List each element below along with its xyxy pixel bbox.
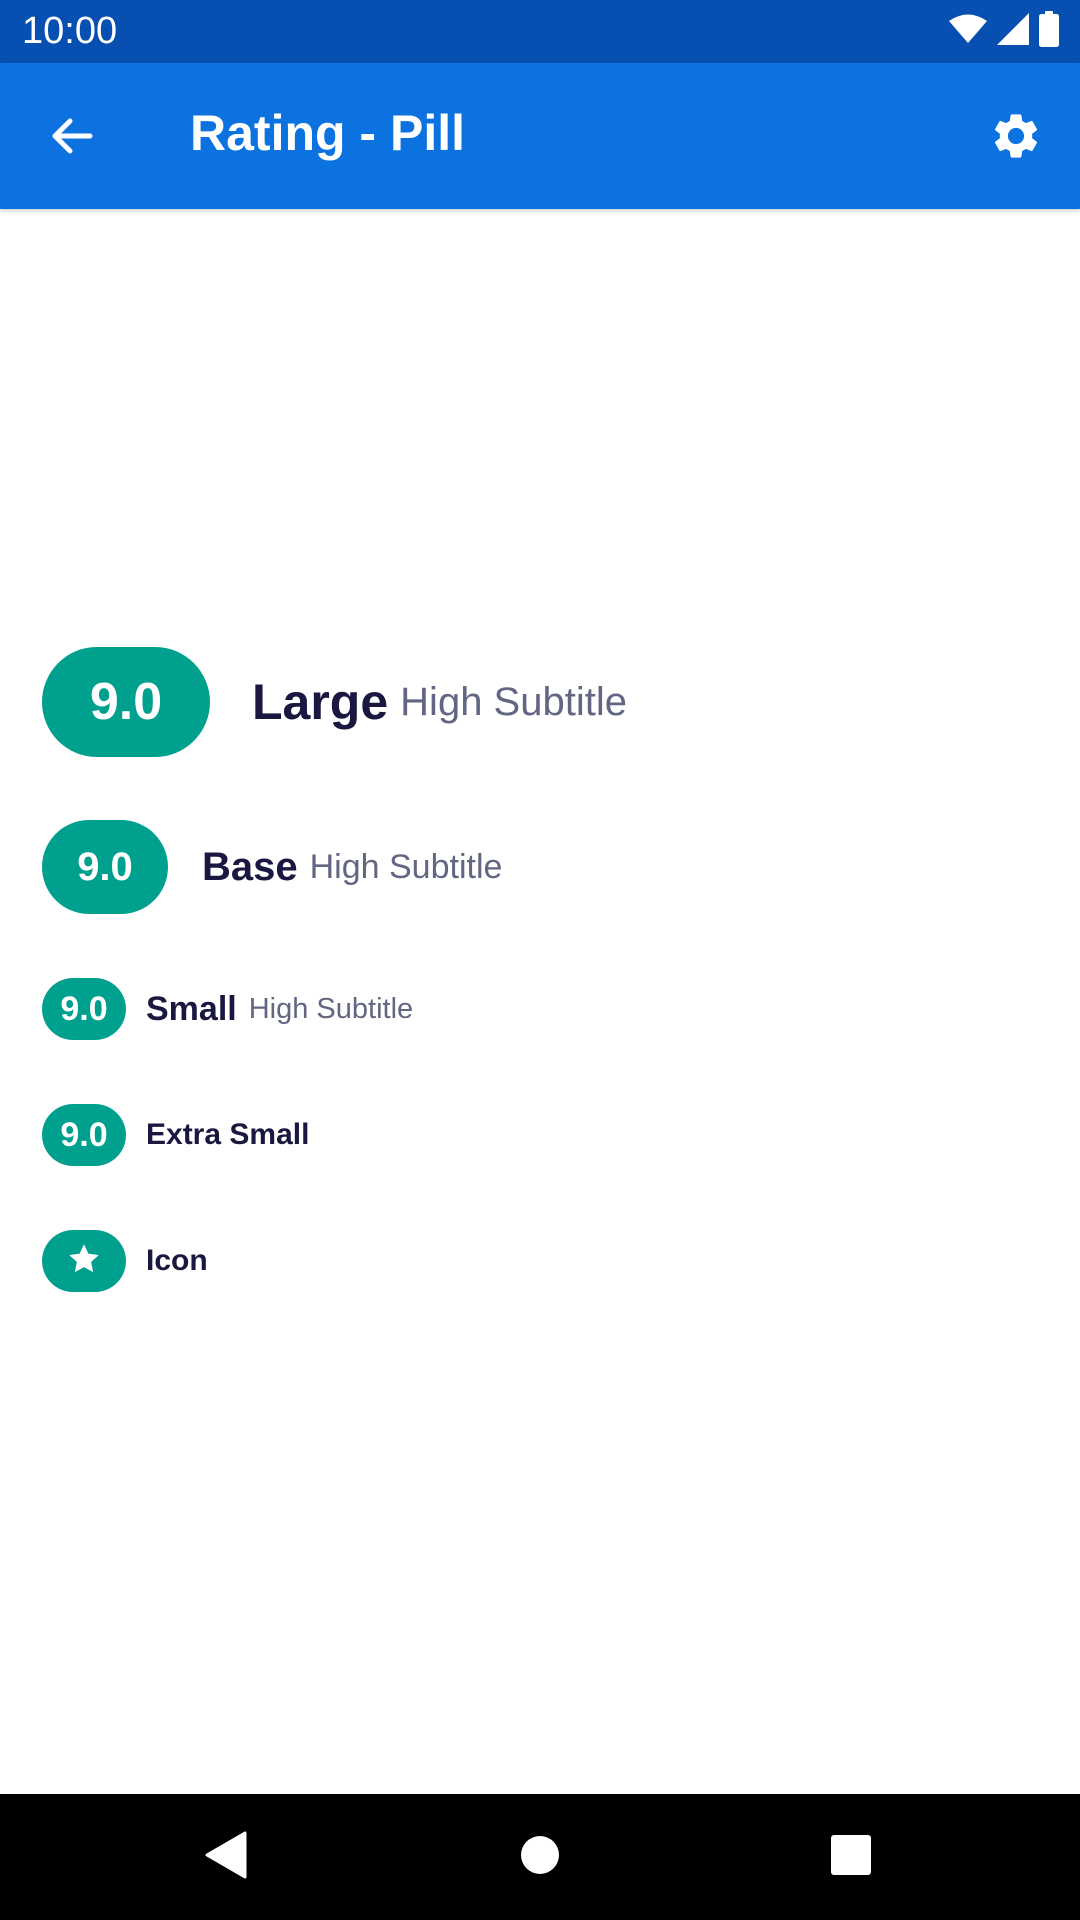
rating-pill-large: 9.0: [42, 647, 210, 757]
status-icons: [948, 10, 1060, 52]
rating-pill-small: 9.0: [42, 978, 126, 1040]
nav-recents-button[interactable]: [816, 1822, 886, 1892]
back-button[interactable]: [30, 96, 114, 180]
nav-home-button[interactable]: [505, 1822, 575, 1892]
circle-home-icon: [520, 1835, 560, 1880]
rating-label-large: Large: [252, 674, 389, 730]
rating-label-icon: Icon: [146, 1244, 208, 1277]
rating-subtitle-base: High Subtitle: [309, 847, 503, 886]
rating-subtitle-large: High Subtitle: [400, 679, 627, 724]
triangle-back-icon: [203, 1831, 247, 1884]
nav-back-button[interactable]: [190, 1822, 260, 1892]
gear-icon: [989, 109, 1043, 168]
star-icon: [66, 1241, 102, 1282]
rating-label-extra-small: Extra Small: [146, 1118, 310, 1151]
system-nav-bar: [0, 1794, 1080, 1920]
rating-row-icon: Icon: [42, 1230, 208, 1292]
settings-button[interactable]: [974, 96, 1058, 180]
arrow-back-icon: [48, 112, 96, 165]
page-title: Rating - Pill: [190, 105, 465, 161]
rating-subtitle-small: High Subtitle: [248, 992, 414, 1025]
rating-label-small: Small: [146, 989, 237, 1028]
status-time: 10:00: [22, 10, 118, 52]
app-bar: Rating - Pill: [0, 63, 1080, 209]
cell-signal-icon: [996, 12, 1030, 51]
rating-row-extra-small: 9.0 Extra Small: [42, 1104, 309, 1166]
rating-row-base: 9.0 Base High Subtitle: [42, 820, 502, 914]
rating-pill-extra-small: 9.0: [42, 1104, 126, 1166]
wifi-icon: [948, 14, 988, 49]
rating-pill-icon: [42, 1230, 126, 1292]
status-bar: 10:00: [0, 0, 1080, 63]
rating-pill-base: 9.0: [42, 820, 168, 914]
rating-label-base: Base: [202, 844, 298, 889]
rating-row-large: 9.0 Large High Subtitle: [42, 647, 627, 757]
battery-icon: [1038, 10, 1060, 52]
square-recents-icon: [830, 1834, 872, 1881]
rating-row-small: 9.0 Small High Subtitle: [42, 978, 413, 1040]
